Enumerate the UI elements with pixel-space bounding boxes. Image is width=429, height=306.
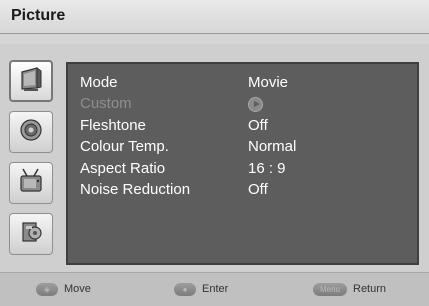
sidebar-item-setup[interactable] <box>9 213 53 255</box>
play-circle-icon <box>248 97 263 112</box>
row-value: Movie <box>248 74 289 91</box>
key-hint-bar: ◈ Move ● Enter Menu Return <box>0 272 429 306</box>
dpad-icon: ◈ <box>36 283 58 296</box>
enter-key-icon: ● <box>174 283 196 296</box>
channel-icon <box>17 167 45 200</box>
row-label: Custom <box>80 95 132 112</box>
row-value: Off <box>248 181 268 198</box>
row-value: Normal <box>248 138 297 155</box>
menu-row-fleshtone[interactable]: Fleshtone Off <box>80 117 400 139</box>
settings-panel: Mode Movie Custom Fleshtone Off Colour T… <box>66 62 419 265</box>
row-label: Aspect Ratio <box>80 160 166 177</box>
sound-icon <box>17 116 45 149</box>
row-label: Noise Reduction <box>80 181 191 198</box>
hint-enter-label: Enter <box>202 283 229 295</box>
row-value: 16 : 9 <box>248 160 286 177</box>
sidebar-item-channel[interactable] <box>9 162 53 204</box>
sidebar-item-picture[interactable] <box>9 60 53 102</box>
row-value: Off <box>248 117 268 134</box>
hint-return-label: Return <box>353 283 387 295</box>
row-label: Colour Temp. <box>80 138 169 155</box>
setup-icon <box>17 218 45 251</box>
menu-title: Picture <box>11 7 66 24</box>
hint-move-label: Move <box>64 283 91 295</box>
sidebar-item-sound[interactable] <box>9 111 53 153</box>
header-strip <box>0 34 429 44</box>
osd-window: Picture Mode Movie Custom Fleshtone Off … <box>0 0 429 306</box>
picture-icon <box>17 65 45 98</box>
row-label: Mode <box>80 74 118 91</box>
menu-key: Menu <box>313 283 347 296</box>
row-label: Fleshtone <box>80 117 146 134</box>
menu-row-aspect-ratio[interactable]: Aspect Ratio 16 : 9 <box>80 160 400 182</box>
menu-row-noise-reduction[interactable]: Noise Reduction Off <box>80 181 400 203</box>
menu-row-mode[interactable]: Mode Movie <box>80 74 400 96</box>
menu-row-custom: Custom <box>80 95 400 117</box>
menu-header: Picture <box>0 0 429 34</box>
menu-row-colour-temp[interactable]: Colour Temp. Normal <box>80 138 400 160</box>
